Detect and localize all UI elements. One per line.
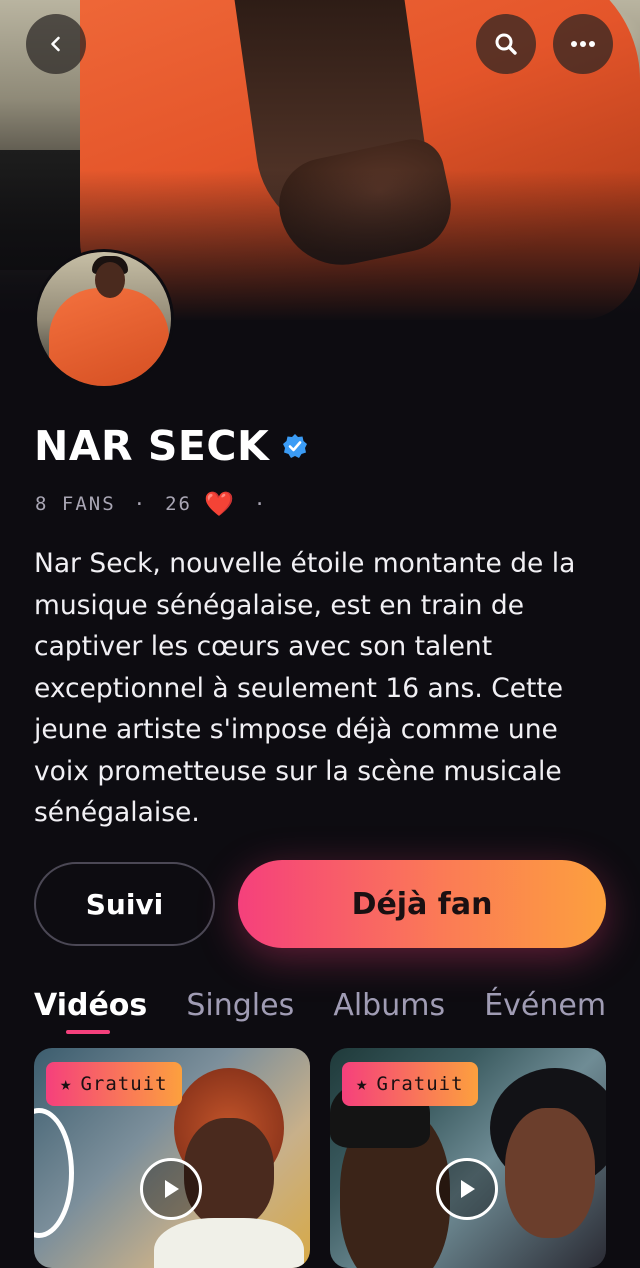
play-button[interactable] [436,1158,498,1220]
tab-events[interactable]: Événements [484,980,606,1032]
artist-name-row: NAR SECK [34,420,309,472]
artist-bio: Nar Seck, nouvelle étoile montante de la… [34,548,576,828]
search-icon [495,33,517,55]
play-button[interactable] [140,1158,202,1220]
fans-count: 8 FANS [35,493,116,515]
video-card[interactable]: ★ Gratuit [34,1048,310,1268]
video-card[interactable]: ★ Gratuit [330,1048,606,1268]
free-badge: ★ Gratuit [342,1062,478,1106]
star-icon: ★ [60,1073,73,1095]
star-icon: ★ [356,1073,369,1095]
more-horizontal-icon [571,41,595,47]
content-tabs: Vidéos Singles Albums Événements [34,980,606,1040]
likes-count: 26 [165,493,192,515]
chevron-left-icon [51,36,60,52]
tab-albums[interactable]: Albums [333,980,445,1032]
play-icon [461,1180,475,1198]
tab-singles[interactable]: Singles [186,980,294,1032]
artist-avatar [37,252,171,386]
fan-button[interactable]: Déjà fan [238,860,606,948]
follow-button[interactable]: Suivi [34,862,215,946]
tab-videos[interactable]: Vidéos [34,980,147,1034]
artist-name: NAR SECK [34,422,270,470]
search-button[interactable] [476,14,536,74]
verified-badge-icon [283,434,308,458]
free-badge: ★ Gratuit [46,1062,182,1106]
back-button[interactable] [26,14,86,74]
more-options-button[interactable] [553,14,613,74]
play-icon [165,1180,179,1198]
artist-stats: 8 FANS · 26 ❤️ · [35,490,268,518]
heart-icon: ❤️ [203,490,236,518]
